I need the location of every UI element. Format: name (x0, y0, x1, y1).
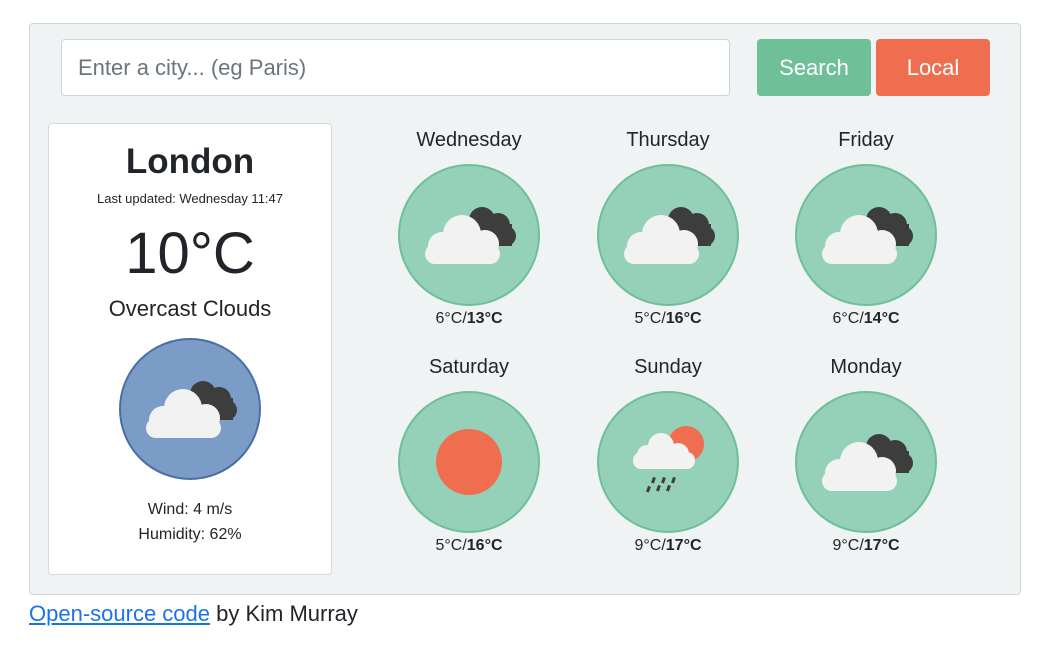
forecast-day: Sunday 9°C/17°C (568, 353, 768, 555)
forecast-temps: 6°C/14°C (832, 310, 900, 327)
local-button[interactable]: Local (876, 39, 990, 96)
forecast-day-name: Saturday (428, 356, 510, 378)
author-credit: by Kim Murray (210, 601, 358, 626)
city-search-input[interactable] (61, 39, 730, 96)
weather-description: Overcast Clouds (108, 296, 272, 321)
forecast-max: 17°C (665, 537, 702, 554)
source-code-link[interactable]: Open-source code (29, 601, 210, 626)
overcast-clouds-icon (119, 338, 261, 480)
forecast-day-name: Wednesday (416, 129, 522, 151)
forecast-temps: 9°C/17°C (634, 537, 702, 554)
forecast-day: Thursday 5°C/16°C (568, 126, 768, 328)
forecast-temps: 6°C/13°C (435, 310, 503, 327)
forecast-max: 14°C (863, 310, 900, 327)
forecast-min: 5°C (435, 537, 463, 554)
light-rain-icon (597, 391, 739, 533)
forecast-min: 6°C (832, 310, 860, 327)
forecast-min: 5°C (634, 310, 662, 327)
forecast-day: Saturday 5°C/16°C (369, 353, 569, 555)
forecast-max: 13°C (466, 310, 503, 327)
footer: Open-source code by Kim Murray (29, 601, 358, 627)
forecast-max: 16°C (665, 310, 702, 327)
overcast-clouds-icon (398, 164, 540, 306)
overcast-clouds-icon (795, 164, 937, 306)
search-button[interactable]: Search (757, 39, 871, 96)
forecast-temps: 5°C/16°C (634, 310, 702, 327)
overcast-clouds-icon (597, 164, 739, 306)
forecast-max: 16°C (466, 537, 503, 554)
forecast-min: 6°C (435, 310, 463, 327)
forecast-day-name: Thursday (626, 129, 710, 151)
current-weather-card: London Last updated: Wednesday 11:47 10°… (48, 123, 332, 575)
forecast-temps: 9°C/17°C (832, 537, 900, 554)
current-temperature: 10°C (125, 221, 255, 286)
city-name: London (125, 142, 255, 181)
forecast-day-name: Sunday (634, 356, 702, 378)
sun-icon (398, 391, 540, 533)
weather-panel: Search Local London Last updated: Wednes… (29, 23, 1021, 595)
humidity: Humidity: 62% (138, 526, 242, 543)
overcast-clouds-icon (795, 391, 937, 533)
forecast-day-name: Friday (838, 129, 894, 151)
forecast-min: 9°C (634, 537, 662, 554)
forecast-day: Wednesday 6°C/13°C (369, 126, 569, 328)
last-updated: Last updated: Wednesday 11:47 (97, 191, 283, 206)
forecast-day: Monday 9°C/17°C (766, 353, 966, 555)
wind-speed: Wind: 4 m/s (147, 501, 233, 518)
forecast-min: 9°C (832, 537, 860, 554)
forecast-day: Friday 6°C/14°C (766, 126, 966, 328)
forecast-day-name: Monday (830, 356, 902, 378)
forecast-temps: 5°C/16°C (435, 537, 503, 554)
forecast-max: 17°C (863, 537, 900, 554)
